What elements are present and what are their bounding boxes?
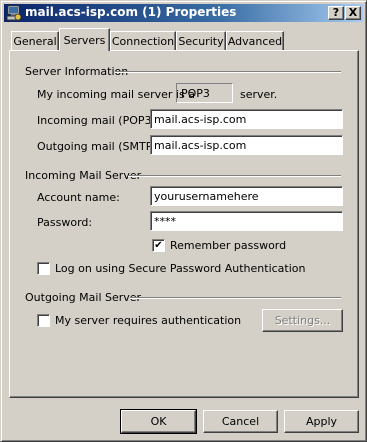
account-name-field[interactable]: yourusernamehere (150, 186, 343, 206)
tab-servers[interactable]: Servers (59, 28, 110, 51)
tab-advanced[interactable]: Advanced (226, 31, 284, 50)
tab-security[interactable]: Security (176, 31, 226, 50)
help-button[interactable]: ? (328, 6, 344, 20)
password-label: Password: (37, 216, 93, 229)
server-type-value: POP3 (176, 83, 233, 103)
spa-label: Log on using Secure Password Authenticat… (55, 262, 306, 275)
outgoing-mail-field[interactable]: mail.acs-isp.com (150, 135, 343, 155)
window-title: mail.acs-isp.com (1) Properties (25, 5, 237, 19)
close-button[interactable]: X (345, 6, 361, 20)
mail-account-icon (6, 5, 22, 21)
cancel-button[interactable]: Cancel (203, 410, 278, 433)
incoming-server-group-label: Incoming Mail Server (25, 169, 142, 182)
tab-general[interactable]: General (11, 31, 59, 50)
tab-connection[interactable]: Connection (110, 31, 176, 50)
incoming-mail-label: Incoming mail (POP3): (37, 114, 160, 127)
incoming-mail-field[interactable]: mail.acs-isp.com (150, 109, 343, 129)
incoming-server-type-prefix: My incoming mail server is a (37, 88, 195, 101)
spa-checkbox[interactable] (37, 262, 50, 275)
group-divider (130, 297, 341, 299)
settings-button[interactable]: Settings... (262, 309, 343, 332)
properties-dialog: mail.acs-isp.com (1) Properties ? X Gene… (0, 0, 367, 442)
server-auth-label: My server requires authentication (55, 314, 242, 327)
server-auth-checkbox[interactable] (37, 314, 50, 327)
account-name-label: Account name: (37, 191, 120, 204)
remember-password-checkbox[interactable]: ✔ (152, 239, 165, 252)
outgoing-mail-label: Outgoing mail (SMTP): (37, 140, 161, 153)
group-divider (128, 175, 341, 177)
remember-password-label: Remember password (170, 239, 287, 252)
title-bar[interactable]: mail.acs-isp.com (1) Properties ? X (4, 4, 363, 22)
outgoing-server-group-label: Outgoing Mail Server (25, 291, 142, 304)
ok-button[interactable]: OK (120, 409, 197, 434)
apply-button[interactable]: Apply (284, 410, 359, 433)
incoming-server-type-suffix: server. (240, 88, 278, 101)
password-field[interactable]: **** (150, 211, 343, 231)
server-info-group-label: Server Information (25, 65, 129, 78)
group-divider (115, 71, 341, 73)
